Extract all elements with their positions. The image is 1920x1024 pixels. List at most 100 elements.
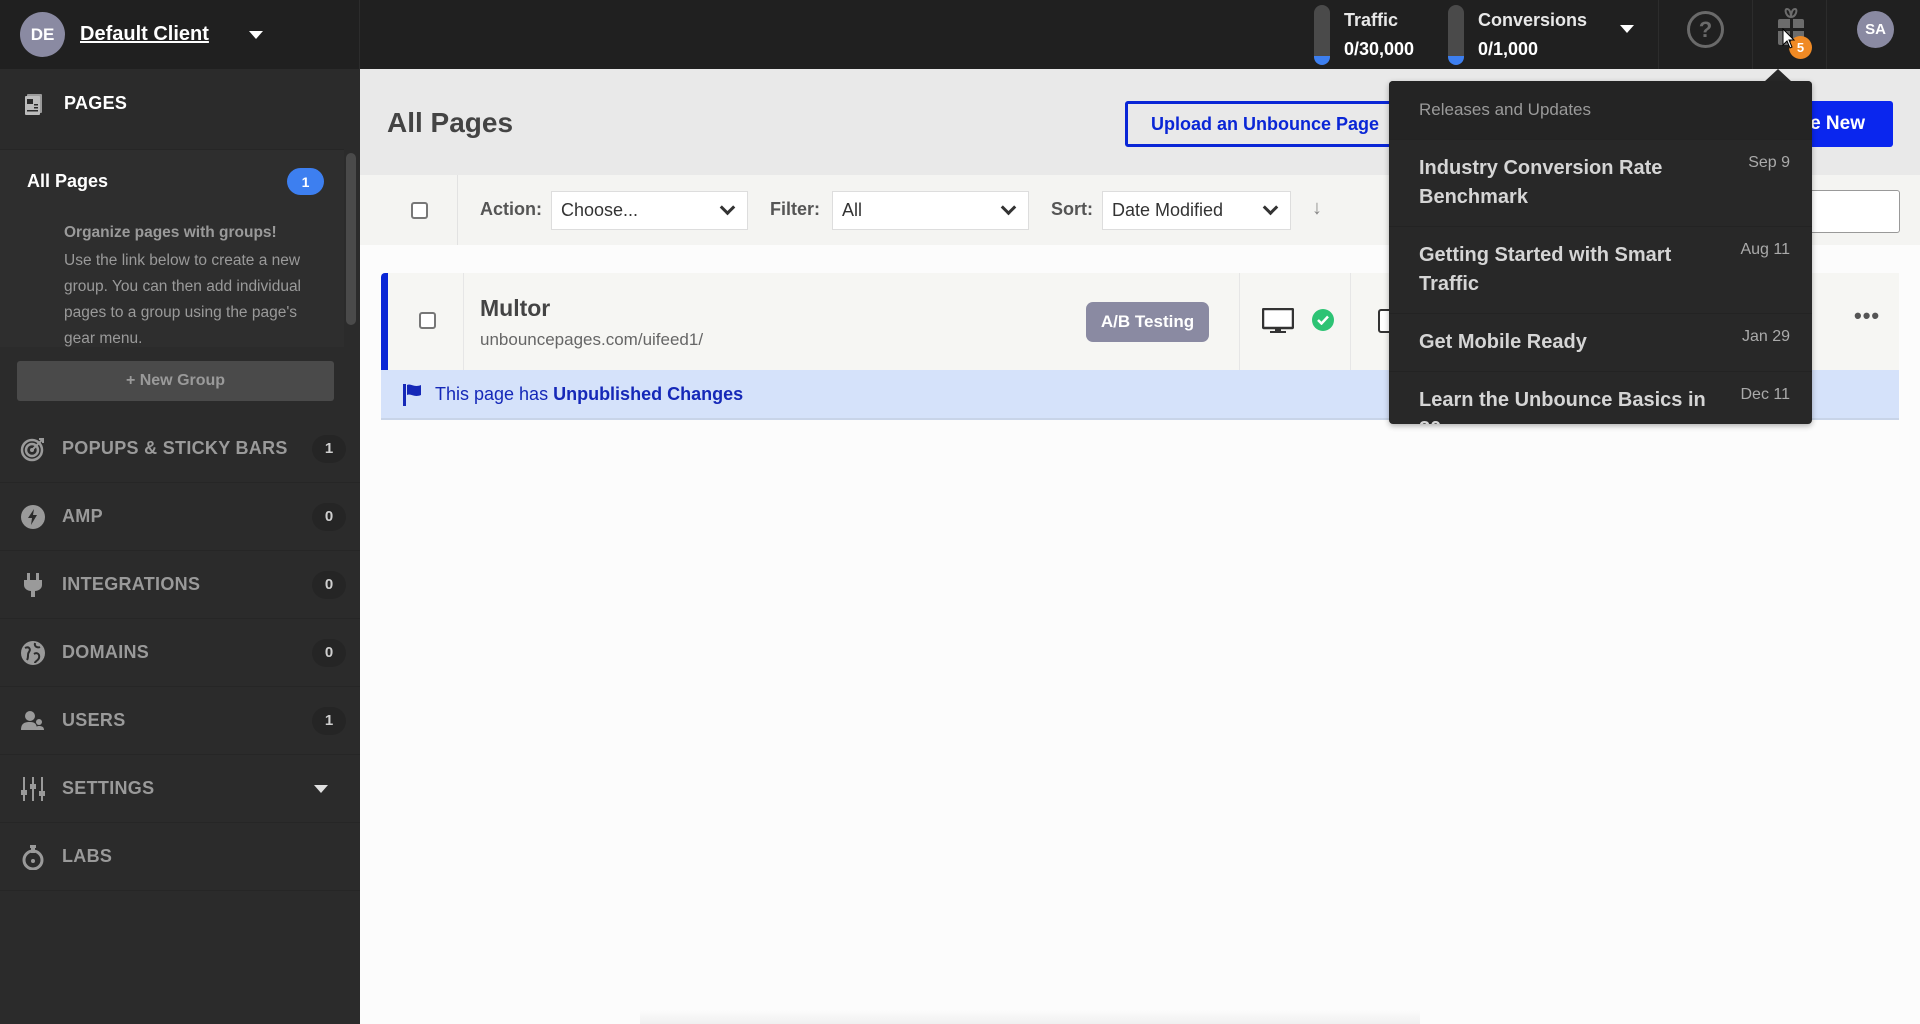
divider xyxy=(1826,0,1827,69)
release-title: Get Mobile Ready xyxy=(1419,331,1587,353)
chevron-down-icon xyxy=(1262,199,1279,216)
release-date: Aug 11 xyxy=(1740,241,1790,258)
action-select-value: Choose... xyxy=(561,200,639,220)
nav-label: INTEGRATIONS xyxy=(62,574,201,594)
divider xyxy=(1239,273,1240,370)
traffic-gauge-fill xyxy=(1314,55,1330,65)
filter-select-value: All xyxy=(842,200,863,220)
sidebar-item-popups[interactable]: POPUPS & STICKY BARS 1 xyxy=(0,415,360,483)
traffic-meter: Traffic 0/30,000 xyxy=(1314,0,1414,69)
flag-icon xyxy=(403,384,421,406)
sidebar-header-pages[interactable]: PAGES xyxy=(0,69,360,138)
conversions-gauge-fill xyxy=(1448,55,1464,65)
client-avatar: DE xyxy=(20,12,65,57)
scrollbar-thumb[interactable] xyxy=(346,153,356,325)
help-icon[interactable]: ? xyxy=(1687,11,1724,48)
ab-testing-badge[interactable]: A/B Testing xyxy=(1086,302,1209,342)
releases-dropdown: Releases and Updates Industry Conversion… xyxy=(1389,81,1812,424)
release-title: Industry Conversion Rate Benchmark xyxy=(1419,157,1663,208)
select-all-checkbox[interactable] xyxy=(411,202,428,219)
nav-label: POPUPS & STICKY BARS xyxy=(62,438,288,458)
conversions-meter: Conversions 0/1,000 xyxy=(1448,0,1587,69)
chevron-down-icon[interactable] xyxy=(314,785,328,793)
nav-label: LABS xyxy=(62,846,113,866)
chevron-down-icon xyxy=(1000,199,1017,216)
release-title: Learn the Unbounce Basics in 30 xyxy=(1419,389,1706,424)
nav-count: 0 xyxy=(312,570,346,599)
sort-select-value: Date Modified xyxy=(1112,200,1224,220)
release-item[interactable]: Learn the Unbounce Basics in 30 Dec 11 xyxy=(1389,372,1812,424)
organize-title: Organize pages with groups! xyxy=(64,224,277,241)
sort-direction-icon[interactable]: ↓ xyxy=(1312,197,1322,220)
new-group-button[interactable]: + New Group xyxy=(17,361,334,401)
conversions-value: 0/1,000 xyxy=(1478,38,1539,59)
pages-icon xyxy=(24,93,44,115)
unpublished-changes-link[interactable]: Unpublished Changes xyxy=(553,384,743,405)
nav-label: SETTINGS xyxy=(62,778,155,798)
filter-label: Filter: xyxy=(770,199,821,219)
sidebar: PAGES All Pages 1 Organize pages with gr… xyxy=(0,69,360,1024)
unpublished-text: This page has xyxy=(435,383,549,404)
traffic-value: 0/30,000 xyxy=(1344,38,1415,59)
sidebar-item-domains[interactable]: DOMAINS 0 xyxy=(0,619,360,687)
sidebar-item-amp[interactable]: AMP 0 xyxy=(0,483,360,551)
organize-hint: Organize pages with groups! Use the link… xyxy=(64,220,324,347)
nav-count: 0 xyxy=(312,502,346,531)
flask-icon xyxy=(20,844,46,870)
nav-label: DOMAINS xyxy=(62,642,150,662)
release-date: Sep 9 xyxy=(1748,154,1790,171)
page-url[interactable]: unbouncepages.com/uifeed1/ xyxy=(480,330,703,350)
sidebar-item-integrations[interactable]: INTEGRATIONS 0 xyxy=(0,551,360,619)
action-label: Action: xyxy=(480,199,542,219)
row-checkbox[interactable] xyxy=(419,312,436,329)
nav-count: 1 xyxy=(312,706,346,735)
all-pages-count: 1 xyxy=(287,168,324,195)
release-date: Jan 29 xyxy=(1741,328,1790,345)
filter-select[interactable]: All xyxy=(832,191,1029,230)
releases-title: Releases and Updates xyxy=(1389,81,1812,140)
users-icon xyxy=(20,708,46,734)
nav-label: USERS xyxy=(62,710,126,730)
chevron-down-icon[interactable] xyxy=(248,30,263,39)
sidebar-item-users[interactable]: USERS 1 xyxy=(0,687,360,755)
sidebar-scrollbar[interactable] xyxy=(344,149,358,347)
row-checkbox-cell xyxy=(388,273,464,370)
lightning-icon xyxy=(20,504,46,530)
desktop-icon xyxy=(1262,308,1294,333)
sidebar-item-labs[interactable]: LABS xyxy=(0,823,360,891)
check-circle-icon xyxy=(1312,309,1334,331)
sort-select[interactable]: Date Modified xyxy=(1102,191,1291,230)
top-bar: DE Default Client Traffic 0/30,000 Conve… xyxy=(0,0,1920,69)
user-avatar[interactable]: SA xyxy=(1857,11,1894,48)
all-pages-group: All Pages 1 Organize pages with groups! … xyxy=(0,149,344,347)
release-item[interactable]: Getting Started with Smart Traffic Aug 1… xyxy=(1389,227,1812,314)
release-title: Getting Started with Smart Traffic xyxy=(1419,244,1672,295)
release-item[interactable]: Get Mobile Ready Jan 29 xyxy=(1389,314,1812,372)
release-date: Dec 11 xyxy=(1740,386,1790,403)
sidebar-header-label: PAGES xyxy=(64,93,128,113)
divider xyxy=(1752,0,1753,69)
sidebar-nav: POPUPS & STICKY BARS 1 AMP 0 INTEGRATION… xyxy=(0,415,360,891)
upload-page-button[interactable]: Upload an Unbounce Page xyxy=(1125,101,1425,147)
conversions-label: Conversions xyxy=(1478,9,1588,30)
all-pages-label: All Pages xyxy=(27,171,109,191)
action-select[interactable]: Choose... xyxy=(551,191,748,230)
scroll-shadow xyxy=(640,1010,1420,1024)
organize-text: Use the link below to create a new group… xyxy=(64,252,302,347)
sidebar-item-settings[interactable]: SETTINGS xyxy=(0,755,360,823)
divider xyxy=(1350,273,1351,370)
more-options-icon[interactable]: ••• xyxy=(1854,303,1880,329)
traffic-gauge xyxy=(1314,4,1330,65)
sidebar-item-all-pages[interactable]: All Pages 1 xyxy=(27,168,324,195)
traffic-label: Traffic xyxy=(1344,9,1399,30)
client-name-link[interactable]: Default Client xyxy=(80,23,209,46)
target-icon xyxy=(20,436,46,462)
nav-count: 1 xyxy=(312,434,346,463)
usage-dropdown-icon[interactable] xyxy=(1620,25,1634,33)
release-item[interactable]: Industry Conversion Rate Benchmark Sep 9 xyxy=(1389,140,1812,227)
page-title: All Pages xyxy=(387,107,514,138)
page-name[interactable]: Multor xyxy=(480,295,550,322)
gift-bow-icon xyxy=(1784,8,1798,18)
client-switcher[interactable]: DE Default Client xyxy=(0,0,360,69)
chevron-down-icon xyxy=(719,199,736,216)
